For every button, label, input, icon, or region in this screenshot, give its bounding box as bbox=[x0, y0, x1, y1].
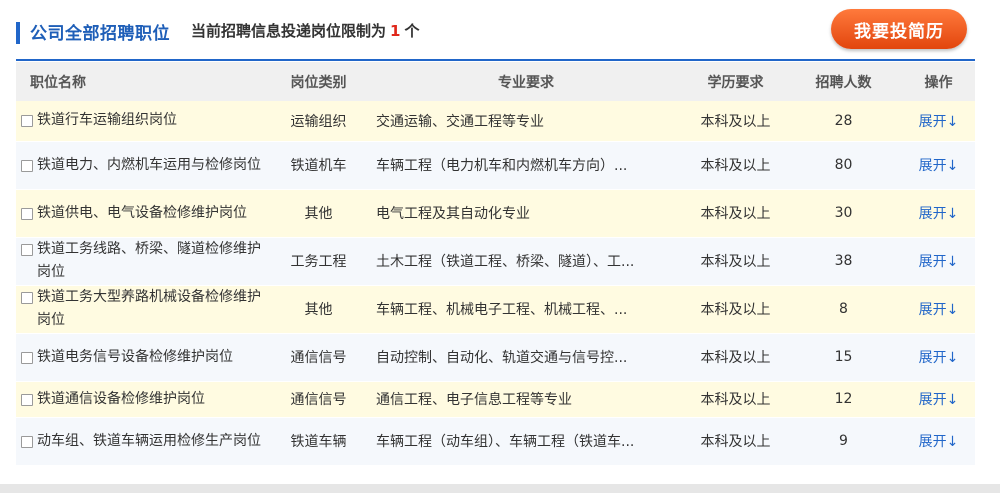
education-cell: 本科及以上 bbox=[686, 237, 785, 285]
expand-link[interactable]: 展开↓ bbox=[919, 114, 959, 130]
table-row: 铁道行车运输组织岗位 运输组织 交通运输、交通工程等专业 本科及以上 28 展开… bbox=[16, 101, 975, 141]
count-cell: 8 bbox=[785, 285, 902, 333]
position-cell: 铁道工务大型养路机械设备检修维护岗位 bbox=[16, 285, 271, 333]
action-cell: 展开↓ bbox=[902, 285, 975, 333]
count-cell: 30 bbox=[785, 189, 902, 237]
position-cell: 动车组、铁道车辆运用检修生产岗位 bbox=[16, 417, 271, 465]
major-cell: 车辆工程（动车组）、车辆工程（铁道车... bbox=[366, 417, 686, 465]
action-cell: 展开↓ bbox=[902, 189, 975, 237]
category-cell: 通信信号 bbox=[271, 381, 366, 417]
count-cell: 38 bbox=[785, 237, 902, 285]
education-cell: 本科及以上 bbox=[686, 417, 785, 465]
row-checkbox[interactable] bbox=[21, 115, 33, 128]
column-header-action: 操作 bbox=[902, 62, 975, 101]
table-row: 铁道电力、内燃机车运用与检修岗位 铁道机车 车辆工程（电力机车和内燃机车方向）.… bbox=[16, 141, 975, 189]
position-cell: 铁道电力、内燃机车运用与检修岗位 bbox=[16, 141, 271, 189]
table-row: 铁道通信设备检修维护岗位 通信信号 通信工程、电子信息工程等专业 本科及以上 1… bbox=[16, 381, 975, 417]
header-divider bbox=[16, 59, 975, 61]
row-checkbox[interactable] bbox=[21, 207, 33, 220]
action-cell: 展开↓ bbox=[902, 141, 975, 189]
position-name: 铁道工务大型养路机械设备检修维护岗位 bbox=[37, 289, 261, 328]
count-cell: 80 bbox=[785, 141, 902, 189]
position-name: 动车组、铁道车辆运用检修生产岗位 bbox=[37, 432, 261, 449]
position-cell: 铁道通信设备检修维护岗位 bbox=[16, 381, 271, 417]
row-checkbox[interactable] bbox=[21, 393, 33, 406]
major-cell: 自动控制、自动化、轨道交通与信号控... bbox=[366, 333, 686, 381]
limit-suffix: 个 bbox=[404, 22, 420, 40]
expand-link[interactable]: 展开↓ bbox=[919, 158, 959, 174]
major-cell: 土木工程（铁道工程、桥梁、隧道）、工... bbox=[366, 237, 686, 285]
title-accent-bar bbox=[16, 22, 20, 44]
action-cell: 展开↓ bbox=[902, 333, 975, 381]
position-name: 铁道工务线路、桥梁、隧道检修维护岗位 bbox=[37, 241, 261, 280]
category-cell: 铁道车辆 bbox=[271, 417, 366, 465]
category-cell: 通信信号 bbox=[271, 333, 366, 381]
major-cell: 车辆工程（电力机车和内燃机车方向）... bbox=[366, 141, 686, 189]
column-header-major: 专业要求 bbox=[366, 62, 686, 101]
expand-link[interactable]: 展开↓ bbox=[919, 254, 959, 270]
position-name: 铁道供电、电气设备检修维护岗位 bbox=[37, 204, 247, 221]
position-cell: 铁道电务信号设备检修维护岗位 bbox=[16, 333, 271, 381]
position-cell: 铁道供电、电气设备检修维护岗位 bbox=[16, 189, 271, 237]
table-row: 铁道工务大型养路机械设备检修维护岗位 其他 车辆工程、机械电子工程、机械工程、.… bbox=[16, 285, 975, 333]
column-header-count: 招聘人数 bbox=[785, 62, 902, 101]
expand-link[interactable]: 展开↓ bbox=[919, 302, 959, 318]
column-header-category: 岗位类别 bbox=[271, 62, 366, 101]
major-cell: 车辆工程、机械电子工程、机械工程、... bbox=[366, 285, 686, 333]
row-checkbox[interactable] bbox=[21, 159, 33, 172]
expand-link[interactable]: 展开↓ bbox=[919, 350, 959, 366]
column-header-position: 职位名称 bbox=[16, 62, 271, 101]
category-cell: 其他 bbox=[271, 285, 366, 333]
category-cell: 运输组织 bbox=[271, 101, 366, 141]
category-cell: 工务工程 bbox=[271, 237, 366, 285]
count-cell: 12 bbox=[785, 381, 902, 417]
action-cell: 展开↓ bbox=[902, 381, 975, 417]
expand-link[interactable]: 展开↓ bbox=[919, 434, 959, 450]
row-checkbox[interactable] bbox=[21, 435, 33, 448]
education-cell: 本科及以上 bbox=[686, 285, 785, 333]
major-cell: 交通运输、交通工程等专业 bbox=[366, 101, 686, 141]
major-cell: 电气工程及其自动化专业 bbox=[366, 189, 686, 237]
major-cell: 通信工程、电子信息工程等专业 bbox=[366, 381, 686, 417]
education-cell: 本科及以上 bbox=[686, 381, 785, 417]
limit-prefix: 当前招聘信息投递岗位限制为 bbox=[191, 22, 387, 40]
category-cell: 其他 bbox=[271, 189, 366, 237]
row-checkbox[interactable] bbox=[21, 244, 33, 256]
expand-link[interactable]: 展开↓ bbox=[919, 392, 959, 408]
bottom-scroll-strip bbox=[0, 484, 1000, 493]
count-cell: 15 bbox=[785, 333, 902, 381]
action-cell: 展开↓ bbox=[902, 417, 975, 465]
table-row: 动车组、铁道车辆运用检修生产岗位 铁道车辆 车辆工程（动车组）、车辆工程（铁道车… bbox=[16, 417, 975, 465]
position-cell: 铁道工务线路、桥梁、隧道检修维护岗位 bbox=[16, 237, 271, 285]
table-row: 铁道工务线路、桥梁、隧道检修维护岗位 工务工程 土木工程（铁道工程、桥梁、隧道）… bbox=[16, 237, 975, 285]
action-cell: 展开↓ bbox=[902, 101, 975, 141]
submit-resume-button[interactable]: 我要投简历 bbox=[831, 9, 967, 49]
table-header-row: 职位名称 岗位类别 专业要求 学历要求 招聘人数 操作 bbox=[16, 62, 975, 101]
limit-value: 1 bbox=[390, 22, 401, 40]
column-header-education: 学历要求 bbox=[686, 62, 785, 101]
count-cell: 9 bbox=[785, 417, 902, 465]
page-header: 公司全部招聘职位 当前招聘信息投递岗位限制为 1 个 我要投简历 bbox=[0, 0, 1000, 62]
position-name: 铁道行车运输组织岗位 bbox=[37, 112, 177, 129]
job-table: 职位名称 岗位类别 专业要求 学历要求 招聘人数 操作 铁道行车运输组织岗位 运… bbox=[16, 62, 975, 466]
page-title: 公司全部招聘职位 bbox=[30, 24, 170, 44]
expand-link[interactable]: 展开↓ bbox=[919, 206, 959, 222]
position-name: 铁道电务信号设备检修维护岗位 bbox=[37, 348, 233, 365]
category-cell: 铁道机车 bbox=[271, 141, 366, 189]
education-cell: 本科及以上 bbox=[686, 101, 785, 141]
table-row: 铁道电务信号设备检修维护岗位 通信信号 自动控制、自动化、轨道交通与信号控...… bbox=[16, 333, 975, 381]
row-checkbox[interactable] bbox=[21, 292, 33, 304]
education-cell: 本科及以上 bbox=[686, 333, 785, 381]
position-cell: 铁道行车运输组织岗位 bbox=[16, 101, 271, 141]
table-row: 铁道供电、电气设备检修维护岗位 其他 电气工程及其自动化专业 本科及以上 30 … bbox=[16, 189, 975, 237]
row-checkbox[interactable] bbox=[21, 351, 33, 364]
application-limit-notice: 当前招聘信息投递岗位限制为 1 个 bbox=[191, 20, 419, 41]
position-name: 铁道通信设备检修维护岗位 bbox=[37, 390, 205, 407]
education-cell: 本科及以上 bbox=[686, 189, 785, 237]
count-cell: 28 bbox=[785, 101, 902, 141]
education-cell: 本科及以上 bbox=[686, 141, 785, 189]
position-name: 铁道电力、内燃机车运用与检修岗位 bbox=[37, 156, 261, 173]
action-cell: 展开↓ bbox=[902, 237, 975, 285]
